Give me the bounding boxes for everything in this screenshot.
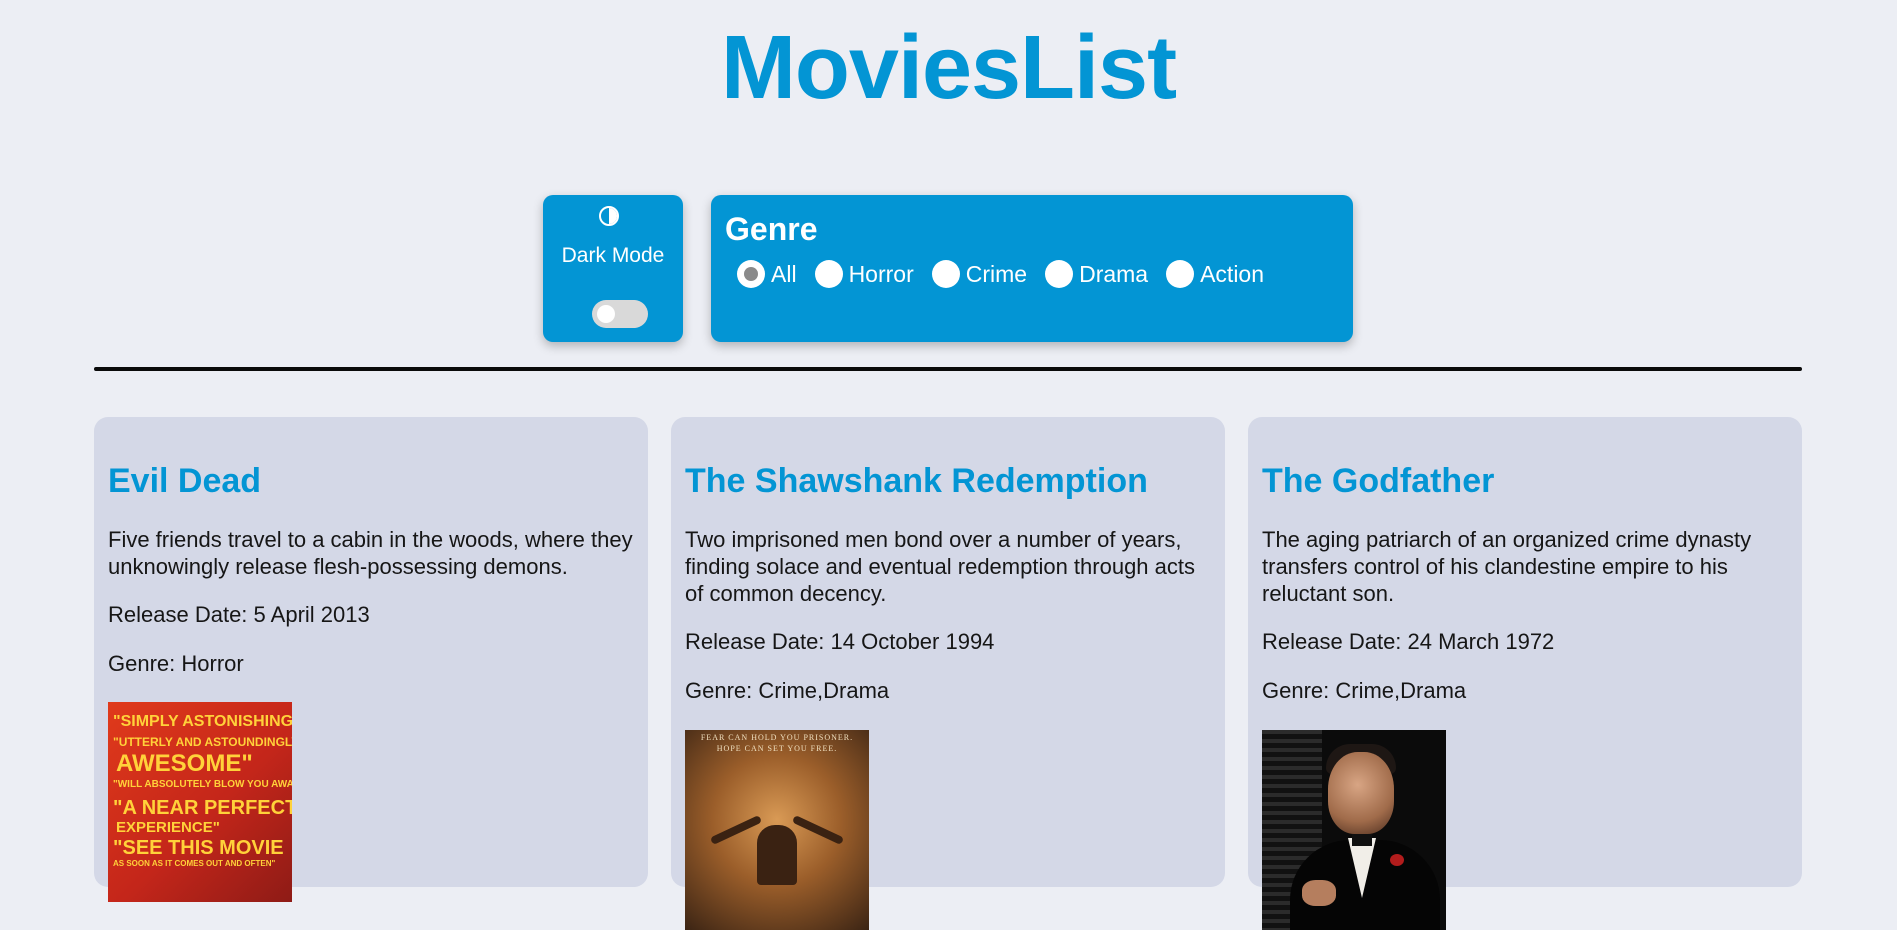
poster-tagline: HOPE CAN SET YOU FREE. [716,744,838,753]
genre-radio-action[interactable]: Action [1166,260,1264,288]
poster-quote: EXPERIENCE" [116,819,220,836]
poster-quote: AS SOON AS IT COMES OUT AND OFTEN" [113,859,276,868]
movie-title: Evil Dead [108,462,262,500]
movie-description: Five friends travel to a cabin in the wo… [108,527,633,579]
radio-label: Crime [965,260,1028,287]
movie-release-date: Release Date: 24 March 1972 [1262,629,1555,654]
toggle-knob [597,305,615,323]
radio-button[interactable] [1166,260,1195,288]
dark-mode-label: Dark Mode [561,244,665,267]
dark-mode-toggle[interactable] [592,300,648,328]
movie-poster: "SIMPLY ASTONISHING" "UTTERLY AND ASTOUN… [108,702,292,902]
movie-release-date: Release Date: 14 October 1994 [685,629,995,654]
movie-genre: Genre: Horror [108,651,244,676]
poster-figure-arm [791,814,845,846]
contrast-icon [599,206,619,226]
radio-button[interactable] [931,260,960,288]
movie-poster [1262,730,1446,930]
genre-radio-horror[interactable]: Horror [814,260,914,288]
radio-button[interactable] [814,260,843,288]
poster-hand [1302,880,1336,906]
genre-filter-panel: Genre All Horror Crime Drama Action [711,195,1353,342]
genre-radio-group: All Horror Crime Drama Action [737,260,1282,288]
movie-genre: Genre: Crime,Drama [685,678,890,703]
genre-radio-drama[interactable]: Drama [1045,260,1148,288]
page-title: MoviesList [720,18,1177,118]
poster-quote: AWESOME" [116,750,253,777]
poster-tagline: FEAR CAN HOLD YOU PRISONER. [700,733,854,742]
genre-title: Genre [725,211,818,247]
poster-bowtie [1352,834,1372,846]
genre-radio-crime[interactable]: Crime [931,260,1028,288]
radio-button[interactable] [1045,260,1074,288]
radio-label: Action [1200,260,1265,287]
movie-description: Two imprisoned men bond over a number of… [685,527,1196,606]
movie-poster: FEAR CAN HOLD YOU PRISONER. HOPE CAN SET… [685,730,869,930]
section-divider [94,367,1802,371]
movie-release-date: Release Date: 5 April 2013 [108,602,370,627]
poster-figure [757,825,797,885]
poster-figure-arm [709,814,763,846]
poster-quote: "A NEAR PERFECT [113,797,292,819]
radio-button-checked[interactable] [737,260,765,288]
movie-genre: Genre: Crime,Drama [1262,678,1467,703]
genre-radio-all[interactable]: All [737,260,797,288]
movie-card-shawshank: The Shawshank Redemption Two imprisoned … [671,417,1225,930]
movie-title: The Shawshank Redemption [685,462,1148,500]
poster-quote: "UTTERLY AND ASTOUNDINGLY [113,735,292,749]
dark-mode-panel: Dark Mode [543,195,683,342]
radio-label: Drama [1079,260,1149,287]
radio-label: All [771,260,797,287]
poster-quote: "WILL ABSOLUTELY BLOW YOU AWAY" [113,779,292,790]
radio-label: Horror [848,260,914,287]
poster-quote: "SEE THIS MOVIE [113,837,284,859]
movie-description: The aging patriarch of an organized crim… [1262,527,1752,606]
poster-face [1328,752,1394,834]
poster-quote: "SIMPLY ASTONISHING" [113,713,292,730]
movie-card-godfather: The Godfather The aging patriarch of an … [1248,417,1802,930]
movie-title: The Godfather [1262,462,1495,500]
poster-rose [1390,854,1404,866]
movie-card-evil-dead: Evil Dead Five friends travel to a cabin… [94,417,648,902]
